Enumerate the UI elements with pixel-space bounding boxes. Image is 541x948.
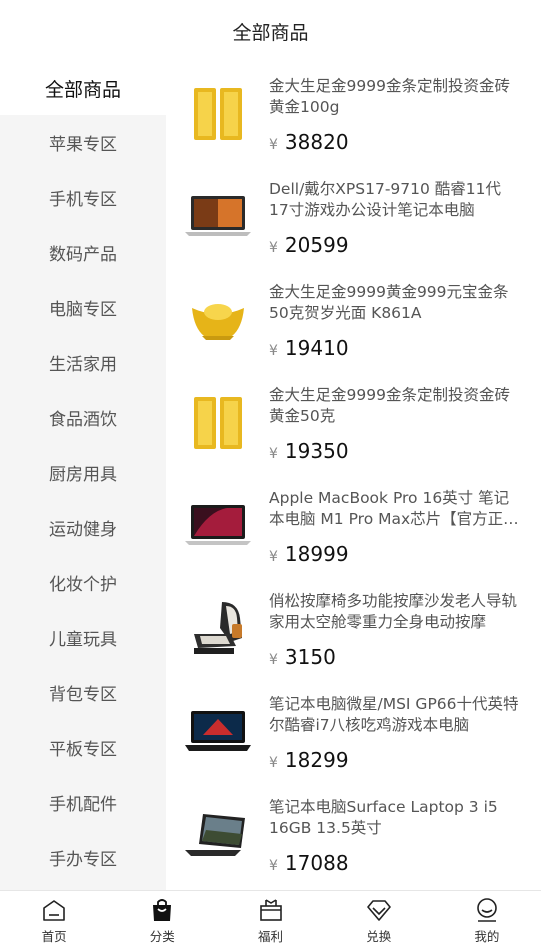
- sidebar-item-food-drinks[interactable]: 食品酒饮: [0, 390, 166, 445]
- currency-symbol: ¥: [269, 755, 278, 771]
- product-price: ¥ 19350: [269, 439, 349, 463]
- product-list[interactable]: 金大生足金9999金条定制投资金砖黄金100g ¥ 38820 Dell/戴尔X…: [166, 62, 541, 890]
- sidebar-item-figures[interactable]: 手办专区: [0, 830, 166, 885]
- page-title: 全部商品: [232, 21, 309, 44]
- product-price: ¥ 19410: [269, 336, 349, 360]
- product-name[interactable]: 俏松按摩椅多功能按摩沙发老人导轨家用太空舱零重力全身电动按摩: [269, 591, 523, 633]
- sidebar-item-toys[interactable]: 儿童玩具: [0, 610, 166, 665]
- bottom-tab-bar: 首页 分类 福利 兑换 我的: [0, 890, 541, 948]
- sidebar-item-sports[interactable]: 运动健身: [0, 500, 166, 555]
- category-sidebar[interactable]: 全部商品 苹果专区 手机专区 数码产品 电脑专区 生活家用 食品酒饮 厨房用具 …: [0, 62, 166, 890]
- product-item[interactable]: 俏松按摩椅多功能按摩沙发老人导轨家用太空舱零重力全身电动按摩 ¥ 3150: [166, 581, 541, 684]
- product-price: ¥ 3150: [269, 645, 336, 669]
- tab-profile[interactable]: 我的: [433, 891, 541, 948]
- price-value: 19410: [284, 336, 349, 360]
- sidebar-item-tablets[interactable]: 平板专区: [0, 720, 166, 775]
- surface-laptop-icon: [180, 795, 256, 875]
- sidebar-item-all[interactable]: 全部商品: [0, 62, 166, 115]
- tab-category-label: 分类: [149, 928, 175, 944]
- product-price: ¥ 17088: [269, 851, 349, 875]
- currency-symbol: ¥: [269, 446, 278, 462]
- price-value: 18299: [284, 748, 349, 772]
- gaming-laptop-icon: [180, 692, 256, 772]
- product-name[interactable]: 金大生足金9999金条定制投资金砖黄金50克: [269, 385, 523, 427]
- sidebar-item-household[interactable]: 生活家用: [0, 335, 166, 390]
- sidebar-item-bags[interactable]: 背包专区: [0, 665, 166, 720]
- diamond-icon: [366, 897, 392, 923]
- shopping-bag-icon: [149, 897, 175, 923]
- product-name[interactable]: 笔记本电脑微星/MSI GP66十代英特尔酷睿i7八核吃鸡游戏本电脑: [269, 694, 523, 736]
- sidebar-item-phones[interactable]: 手机专区: [0, 170, 166, 225]
- currency-symbol: ¥: [269, 652, 278, 668]
- page-header: 全部商品: [0, 0, 541, 62]
- currency-symbol: ¥: [269, 549, 278, 565]
- product-item[interactable]: 金大生足金9999金条定制投资金砖黄金50克 ¥ 19350: [166, 375, 541, 478]
- tab-exchange[interactable]: 兑换: [325, 891, 433, 948]
- tab-exchange-label: 兑换: [366, 928, 392, 944]
- sidebar-item-computers[interactable]: 电脑专区: [0, 280, 166, 335]
- gift-icon: [258, 897, 284, 923]
- sidebar-item-cosmetics[interactable]: 化妆个护: [0, 555, 166, 610]
- massage-chair-icon: [180, 589, 256, 669]
- gold-bar-icon: [180, 383, 256, 463]
- gold-ingot-icon: [180, 280, 256, 360]
- product-price: ¥ 18299: [269, 748, 349, 772]
- product-name[interactable]: 金大生足金9999黄金999元宝金条50克贺岁光面 K861A: [269, 282, 523, 324]
- product-item[interactable]: Dell/戴尔XPS17-9710 酷睿11代 17寸游戏办公设计笔记本电脑 ¥…: [166, 169, 541, 272]
- product-name[interactable]: 金大生足金9999金条定制投资金砖黄金100g: [269, 76, 523, 118]
- currency-symbol: ¥: [269, 240, 278, 256]
- tab-home[interactable]: 首页: [0, 891, 108, 948]
- price-value: 38820: [284, 130, 349, 154]
- product-item[interactable]: Apple MacBook Pro 16英寸 笔记本电脑 M1 Pro Max芯…: [166, 478, 541, 581]
- tab-home-label: 首页: [41, 928, 67, 944]
- product-item[interactable]: 笔记本电脑微星/MSI GP66十代英特尔酷睿i7八核吃鸡游戏本电脑 ¥ 182…: [166, 684, 541, 787]
- sidebar-item-apple[interactable]: 苹果专区: [0, 115, 166, 170]
- price-value: 3150: [284, 645, 336, 669]
- price-value: 17088: [284, 851, 349, 875]
- product-price: ¥ 18999: [269, 542, 349, 566]
- product-price: ¥ 38820: [269, 130, 349, 154]
- user-icon: [474, 897, 500, 923]
- product-item[interactable]: 笔记本电脑Surface Laptop 3 i5 16GB 13.5英寸 ¥ 1…: [166, 787, 541, 890]
- product-item[interactable]: 金大生足金9999黄金999元宝金条50克贺岁光面 K861A ¥ 19410: [166, 272, 541, 375]
- gold-bar-icon: [180, 74, 256, 154]
- product-name[interactable]: Dell/戴尔XPS17-9710 酷睿11代 17寸游戏办公设计笔记本电脑: [269, 179, 523, 221]
- product-price: ¥ 20599: [269, 233, 349, 257]
- price-value: 19350: [284, 439, 349, 463]
- tab-benefits-label: 福利: [258, 928, 284, 944]
- currency-symbol: ¥: [269, 343, 278, 359]
- tab-category[interactable]: 分类: [108, 891, 216, 948]
- price-value: 20599: [284, 233, 349, 257]
- macbook-icon: [180, 486, 256, 566]
- currency-symbol: ¥: [269, 137, 278, 153]
- product-item[interactable]: 金大生足金9999金条定制投资金砖黄金100g ¥ 38820: [166, 66, 541, 169]
- product-name[interactable]: Apple MacBook Pro 16英寸 笔记本电脑 M1 Pro Max芯…: [269, 488, 523, 530]
- tab-benefits[interactable]: 福利: [216, 891, 324, 948]
- product-name[interactable]: 笔记本电脑Surface Laptop 3 i5 16GB 13.5英寸: [269, 797, 523, 839]
- price-value: 18999: [284, 542, 349, 566]
- tab-profile-label: 我的: [474, 928, 500, 944]
- home-icon: [41, 897, 67, 923]
- laptop-icon: [180, 177, 256, 257]
- sidebar-item-phone-accessories[interactable]: 手机配件: [0, 775, 166, 830]
- currency-symbol: ¥: [269, 858, 278, 874]
- sidebar-item-kitchen[interactable]: 厨房用具: [0, 445, 166, 500]
- sidebar-item-digital[interactable]: 数码产品: [0, 225, 166, 280]
